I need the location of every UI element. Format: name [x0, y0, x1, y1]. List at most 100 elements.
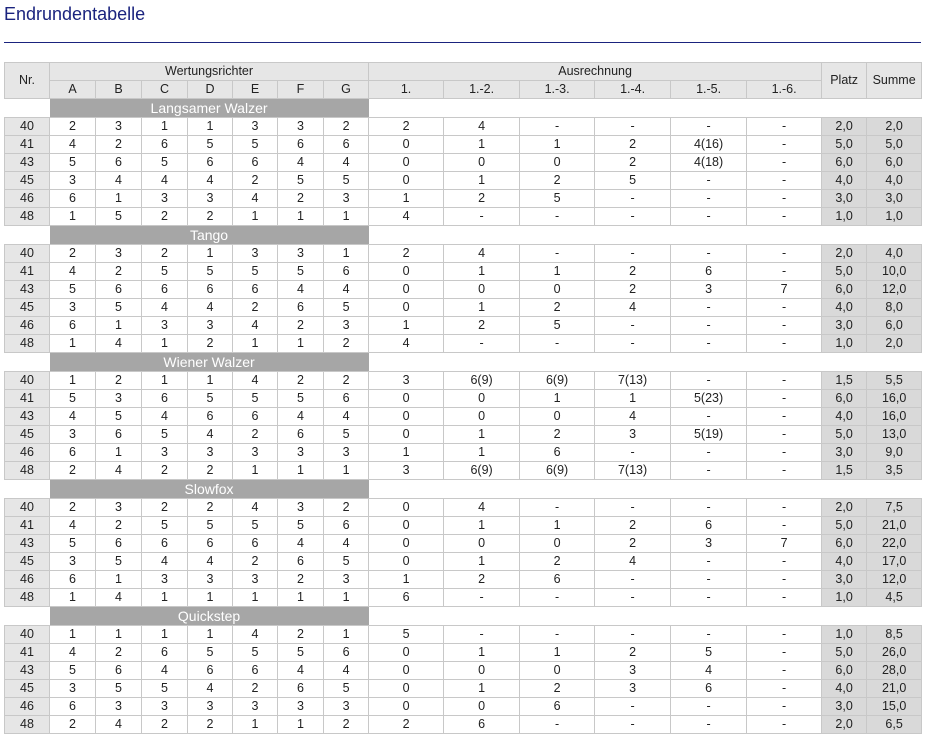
- calc-value: 0: [368, 280, 445, 299]
- judge-mark: 3: [187, 316, 233, 335]
- judge-mark: 4: [141, 552, 188, 571]
- judge-mark: 4: [95, 461, 142, 480]
- calc-value: 0: [368, 552, 445, 571]
- judge-mark: 5: [49, 280, 96, 299]
- calc-value: 6: [670, 516, 748, 535]
- calc-value: -: [519, 588, 596, 607]
- judge-mark: 1: [49, 371, 96, 390]
- judge-mark: 2: [141, 498, 188, 517]
- header-judge: E: [232, 80, 278, 99]
- judge-mark: 6: [141, 280, 188, 299]
- calc-value: 0: [368, 389, 445, 408]
- platz-value: 6,0: [821, 280, 868, 299]
- table-row: 43 4 5 4 6 6 4 4 0 0 0 4- -4,0 16,0: [4, 407, 923, 426]
- calc-value: 4: [368, 207, 445, 226]
- table-row: 48 1 4 1 1 1 1 1 6- - - - -1,0 4,5: [4, 588, 923, 607]
- calc-value: 2: [594, 280, 672, 299]
- table-row: 43 5 6 5 6 6 4 4 0 0 0 2 4(18) -6,0 6,0: [4, 153, 923, 172]
- calc-value: 1: [443, 171, 521, 190]
- calc-value: 4(18): [670, 153, 748, 172]
- judge-mark: 2: [141, 244, 188, 263]
- judge-mark: 6: [277, 552, 324, 571]
- judge-mark: 1: [322, 244, 370, 263]
- judge-mark: 4: [232, 625, 278, 644]
- calc-value: -: [519, 244, 596, 263]
- calc-value: -: [519, 498, 596, 517]
- calc-value: 2: [519, 425, 596, 444]
- judge-mark: 2: [95, 643, 142, 662]
- calc-value: 0: [519, 153, 596, 172]
- judge-mark: 2: [277, 316, 324, 335]
- judge-mark: 6: [187, 280, 233, 299]
- table-row: 45 3 5 4 4 2 6 5 0 1 2 4- -4,0 8,0: [4, 298, 923, 317]
- calc-value: -: [746, 443, 823, 462]
- platz-value: 1,0: [821, 207, 868, 226]
- calc-value: 0: [443, 697, 521, 716]
- judge-mark: 6: [322, 516, 370, 535]
- judge-mark: 1: [232, 715, 278, 734]
- calc-value: 7(13): [594, 461, 672, 480]
- judge-mark: 2: [187, 334, 233, 353]
- judge-mark: 6: [49, 443, 96, 462]
- calc-value: -: [594, 207, 672, 226]
- judge-mark: 1: [141, 117, 188, 136]
- table-row: 43 5 6 4 6 6 4 4 0 0 0 3 4-6,0 28,0: [4, 661, 923, 680]
- judge-mark: 3: [141, 697, 188, 716]
- judge-mark: 4: [49, 262, 96, 281]
- judge-mark: 3: [322, 570, 370, 589]
- judge-mark: 4: [277, 407, 324, 426]
- judge-mark: 2: [232, 552, 278, 571]
- calc-value: 1: [519, 262, 596, 281]
- calc-value: 0: [368, 643, 445, 662]
- judge-mark: 5: [277, 262, 324, 281]
- calc-value: 0: [443, 389, 521, 408]
- judge-mark: 5: [187, 516, 233, 535]
- calc-value: 1: [443, 443, 521, 462]
- judge-mark: 1: [277, 207, 324, 226]
- judge-mark: 5: [232, 262, 278, 281]
- couple-number: 46: [4, 697, 50, 716]
- calc-value: 2: [443, 189, 521, 208]
- calc-value: -: [746, 262, 823, 281]
- couple-number: 48: [4, 715, 50, 734]
- judge-mark: 6: [187, 407, 233, 426]
- judge-mark: 3: [49, 679, 96, 698]
- table-row: 45 3 4 4 4 2 5 5 0 1 2 5- -4,0 4,0: [4, 171, 923, 190]
- judge-mark: 5: [277, 389, 324, 408]
- calc-value: -: [519, 117, 596, 136]
- summe-value: 4,0: [866, 244, 923, 263]
- judge-mark: 2: [141, 461, 188, 480]
- calc-value: -: [670, 407, 748, 426]
- couple-number: 48: [4, 207, 50, 226]
- judge-mark: 2: [322, 498, 370, 517]
- summe-value: 13,0: [866, 425, 923, 444]
- judge-mark: 3: [187, 570, 233, 589]
- calc-value: 3: [368, 461, 445, 480]
- judge-mark: 4: [187, 552, 233, 571]
- calc-value: 1: [519, 643, 596, 662]
- judge-mark: 4: [232, 316, 278, 335]
- table-row: 41 5 3 6 5 5 5 6 0 0 1 1 5(23) -6,0 16,0: [4, 389, 923, 408]
- judge-mark: 6: [232, 661, 278, 680]
- couple-number: 40: [4, 625, 50, 644]
- summe-value: 12,0: [866, 280, 923, 299]
- calc-value: 2: [519, 298, 596, 317]
- calc-value: -: [670, 697, 748, 716]
- header-calc-place: 1.-3.: [519, 80, 596, 99]
- calc-value: 4: [594, 552, 672, 571]
- calc-value: 0: [368, 498, 445, 517]
- table-row: 40 2 3 1 1 3 3 2 2 4- - - -2,0 2,0: [4, 117, 923, 136]
- calc-value: -: [746, 697, 823, 716]
- calc-value: 0: [519, 534, 596, 553]
- calc-value: 0: [368, 407, 445, 426]
- calc-value: -: [746, 498, 823, 517]
- judge-mark: 4: [277, 534, 324, 553]
- calc-value: 1: [443, 643, 521, 662]
- judge-mark: 5: [322, 425, 370, 444]
- judge-mark: 5: [187, 389, 233, 408]
- calc-value: 5: [670, 643, 748, 662]
- summe-value: 15,0: [866, 697, 923, 716]
- platz-value: 3,0: [821, 189, 868, 208]
- summe-value: 8,0: [866, 298, 923, 317]
- calc-value: 1: [519, 135, 596, 154]
